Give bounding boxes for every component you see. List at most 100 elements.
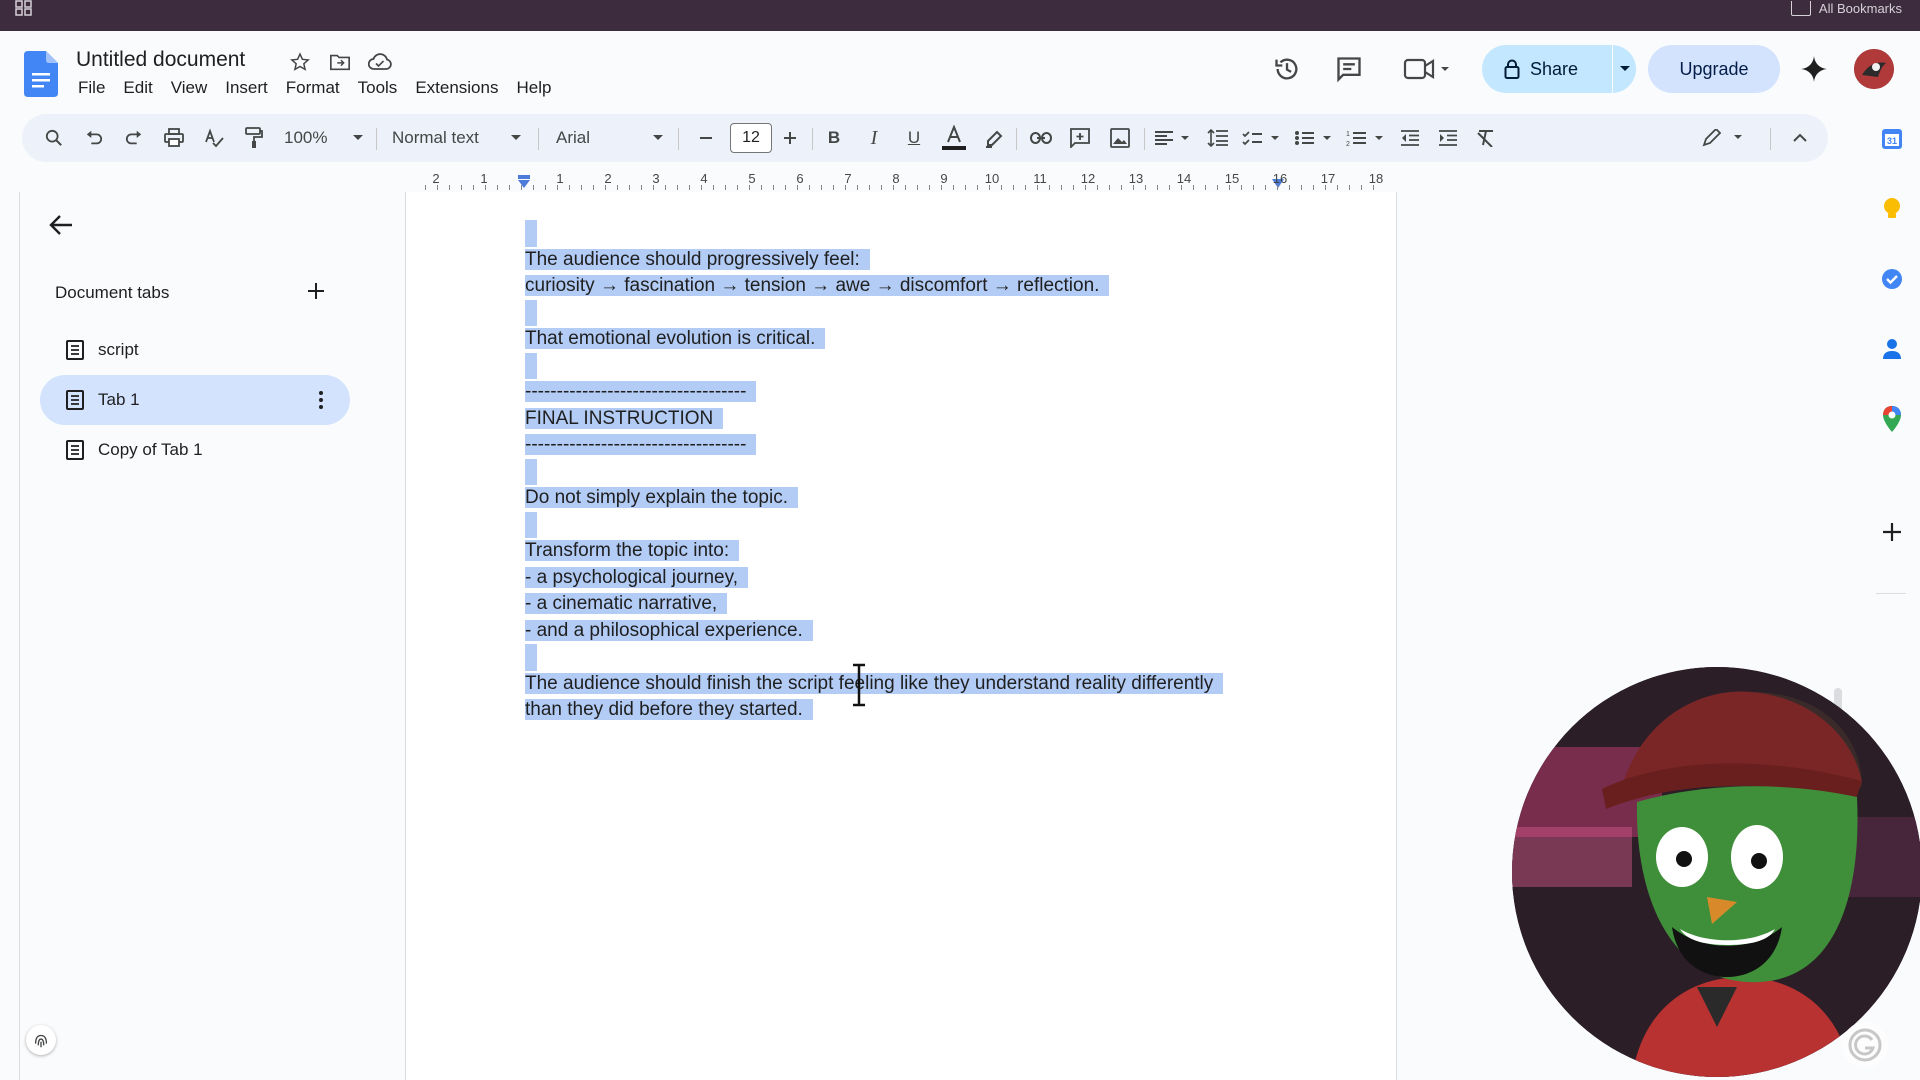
font-family-select[interactable]: Arial: [556, 124, 664, 152]
tab-script[interactable]: script: [40, 325, 350, 375]
lock-icon: [1504, 59, 1520, 79]
menu-edit[interactable]: Edit: [114, 78, 161, 98]
undo-icon[interactable]: [80, 124, 108, 152]
ruler-tick: [545, 185, 546, 190]
document-line[interactable]: - and a philosophical experience.: [525, 618, 1223, 645]
decrease-font-size-icon[interactable]: [692, 124, 720, 152]
numbered-list-icon[interactable]: 12: [1344, 124, 1388, 152]
get-add-ons-icon[interactable]: [1875, 515, 1909, 549]
increase-font-size-icon[interactable]: [776, 124, 804, 152]
selected-text: -----------------------------------: [525, 434, 757, 455]
tasks-icon[interactable]: [1875, 262, 1909, 296]
menu-extensions[interactable]: Extensions: [406, 78, 507, 98]
share-button[interactable]: Share: [1482, 59, 1612, 80]
document-line[interactable]: Do not simply explain the topic.: [525, 485, 1223, 512]
comments-icon[interactable]: [1332, 52, 1366, 86]
add-comment-icon[interactable]: [1066, 124, 1094, 152]
ruler-tick: [1229, 185, 1230, 190]
indent-marker-icon[interactable]: [517, 175, 531, 189]
ruler-label: 9: [940, 171, 948, 186]
menu-help[interactable]: Help: [507, 78, 560, 98]
font-size-input[interactable]: 12: [730, 123, 772, 153]
maps-icon[interactable]: [1875, 402, 1909, 436]
fingerprint-icon[interactable]: [26, 1025, 56, 1055]
document-line[interactable]: [525, 352, 1223, 379]
insert-image-icon[interactable]: [1106, 124, 1134, 152]
ruler-tick: [521, 185, 522, 190]
document-line[interactable]: FINAL INSTRUCTION: [525, 406, 1223, 433]
collapse-menus-icon[interactable]: [1786, 124, 1814, 152]
increase-indent-icon[interactable]: [1434, 124, 1462, 152]
gemini-sparkle-icon[interactable]: [1800, 55, 1828, 83]
tab-tab-1[interactable]: Tab 1: [40, 375, 350, 425]
zoom-select[interactable]: 100%: [284, 124, 364, 152]
document-line[interactable]: That emotional evolution is critical.: [525, 326, 1223, 353]
menu-format[interactable]: Format: [277, 78, 349, 98]
document-line[interactable]: [525, 511, 1223, 538]
grammarly-icon[interactable]: [1842, 1022, 1888, 1068]
horizontal-ruler[interactable]: 2 1 1 2 3 4 5 6 7 8 9 10 11 12 13 14 15 16 17 18: [405, 170, 1395, 192]
apps-grid-icon[interactable]: [14, 0, 34, 16]
line-spacing-icon[interactable]: [1204, 124, 1232, 152]
document-line[interactable]: [525, 644, 1223, 671]
document-line[interactable]: - a cinematic narrative,: [525, 591, 1223, 618]
back-arrow-icon[interactable]: [48, 214, 74, 236]
all-bookmarks[interactable]: All Bookmarks: [1790, 0, 1902, 16]
keep-icon[interactable]: [1875, 192, 1909, 226]
version-history-icon[interactable]: [1270, 52, 1304, 86]
user-avatar[interactable]: [1854, 49, 1894, 89]
bold-icon[interactable]: B: [820, 124, 848, 152]
add-tab-icon[interactable]: [305, 280, 327, 302]
document-line[interactable]: [525, 220, 1223, 247]
cloud-saved-icon[interactable]: [368, 50, 392, 74]
paint-format-icon[interactable]: [240, 124, 268, 152]
print-icon[interactable]: [160, 124, 188, 152]
document-body[interactable]: The audience should progressively feel: c…: [525, 220, 1224, 724]
document-line[interactable]: [525, 299, 1223, 326]
menu-file[interactable]: File: [69, 78, 114, 98]
search-menus-icon[interactable]: [40, 124, 68, 152]
document-line[interactable]: -----------------------------------: [525, 432, 1223, 459]
ruler-tick: [1325, 185, 1326, 190]
streamer-avatar-image: [1512, 667, 1920, 1077]
bulleted-list-icon[interactable]: [1292, 124, 1336, 152]
text-color-icon[interactable]: [940, 124, 968, 152]
paragraph-style-select[interactable]: Normal text: [392, 124, 522, 152]
checklist-icon[interactable]: [1240, 124, 1284, 152]
google-docs-logo-icon[interactable]: [24, 51, 58, 97]
document-line[interactable]: curiosity → fascination → tension → awe …: [525, 273, 1223, 300]
calendar-icon[interactable]: 31: [1875, 122, 1909, 156]
meet-video-icon[interactable]: [1400, 52, 1454, 86]
upgrade-button[interactable]: Upgrade: [1648, 45, 1780, 93]
document-line[interactable]: The audience should progressively feel:: [525, 247, 1223, 274]
highlight-color-icon[interactable]: [980, 124, 1008, 152]
share-dropdown-button[interactable]: [1613, 65, 1636, 73]
menu-tools[interactable]: Tools: [349, 78, 407, 98]
document-line[interactable]: [525, 458, 1223, 485]
contacts-icon[interactable]: [1875, 332, 1909, 366]
document-title[interactable]: Untitled document: [76, 48, 245, 72]
document-line[interactable]: than they did before they started.: [525, 697, 1223, 724]
tab-copy-of-tab-1[interactable]: Copy of Tab 1: [40, 425, 350, 475]
document-line[interactable]: The audience should finish the script fe…: [525, 671, 1224, 698]
italic-icon[interactable]: I: [860, 124, 888, 152]
more-options-icon[interactable]: [318, 390, 324, 410]
insert-link-icon[interactable]: [1026, 124, 1056, 152]
star-icon[interactable]: [288, 50, 312, 74]
decrease-indent-icon[interactable]: [1396, 124, 1424, 152]
ruler-label: 6: [796, 171, 804, 186]
document-line[interactable]: -----------------------------------: [525, 379, 1223, 406]
ruler-tick: [869, 185, 870, 190]
document-line[interactable]: Transform the topic into:: [525, 538, 1223, 565]
redo-icon[interactable]: [120, 124, 148, 152]
align-left-icon[interactable]: [1152, 124, 1194, 152]
document-line[interactable]: - a psychological journey,: [525, 565, 1223, 592]
ruler-tick: [473, 185, 474, 190]
clear-formatting-icon[interactable]: [1472, 124, 1500, 152]
underline-icon[interactable]: U: [900, 124, 928, 152]
spellcheck-icon[interactable]: [200, 124, 228, 152]
menu-view[interactable]: View: [162, 78, 217, 98]
menu-insert[interactable]: Insert: [216, 78, 277, 98]
editing-mode-icon[interactable]: [1702, 124, 1746, 152]
move-folder-icon[interactable]: [328, 50, 352, 74]
